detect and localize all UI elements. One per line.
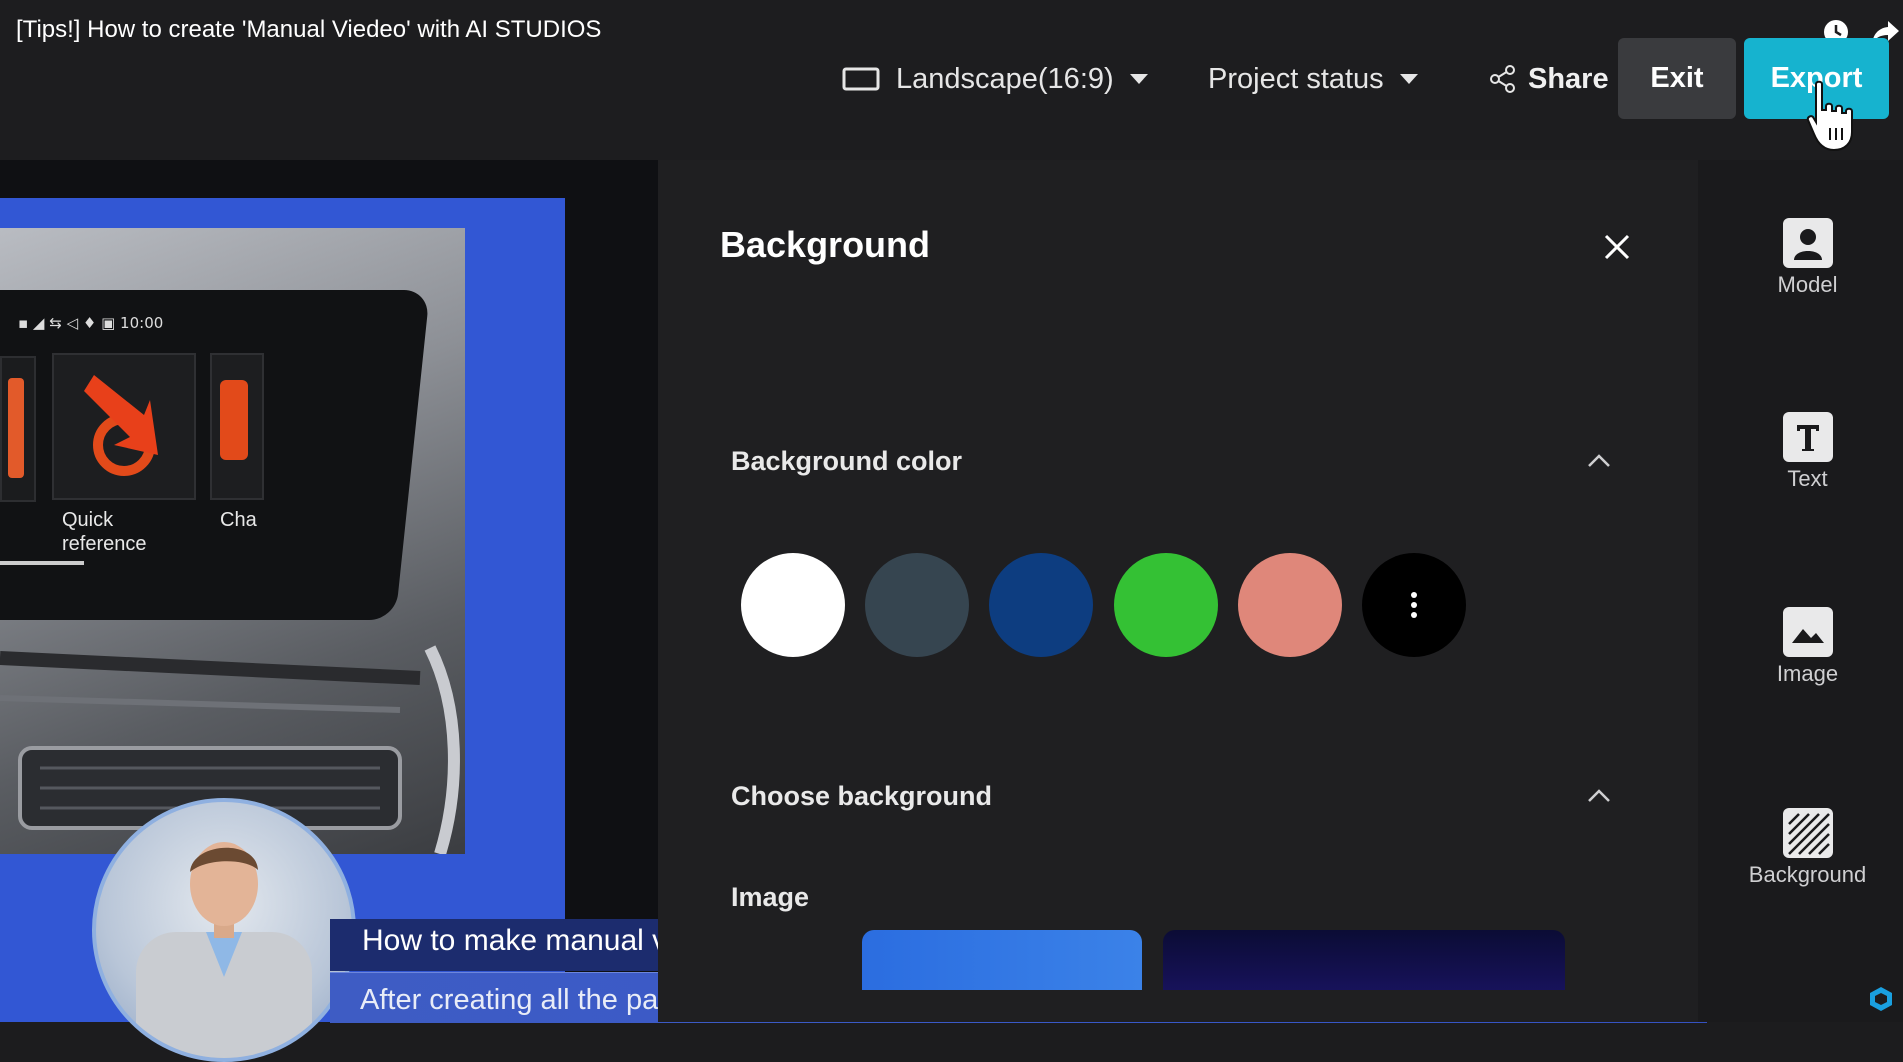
more-colors-button[interactable] [1362, 553, 1466, 657]
car-tile [210, 353, 264, 500]
text-t-icon [1782, 412, 1833, 462]
rail-label: Image [1776, 661, 1839, 686]
rail-label: Model [1777, 272, 1838, 297]
more-vertical-icon [1411, 592, 1417, 618]
color-swatch-slate[interactable] [865, 553, 969, 657]
rail-label: Background [1748, 862, 1867, 887]
video-title: [Tips!] How to create 'Manual Viedeo' wi… [16, 16, 602, 43]
background-thumbnail[interactable] [862, 930, 1142, 990]
car-screen-image[interactable]: ▪ ◢ ⇆ ◁ ♦ ▣ 10:00 Quick reference Cha [0, 228, 465, 854]
quick-reference-icon [84, 375, 158, 476]
car-statusbar: ▪ ◢ ⇆ ◁ ♦ ▣ 10:00 [18, 314, 164, 332]
tile-graphic-icon [220, 380, 248, 460]
chevron-down-icon [1129, 74, 1148, 84]
presenter-figure [136, 842, 312, 1058]
quick-reference-label: Quick reference [62, 509, 147, 555]
background-color-title: Background color [731, 446, 963, 476]
color-swatch-navy[interactable] [989, 553, 1093, 657]
rail-label: Text [1787, 466, 1828, 491]
car-time: 10:00 [120, 314, 164, 332]
share-label: Share [1528, 62, 1609, 95]
share-nodes-icon [1490, 65, 1515, 93]
close-icon[interactable] [1602, 232, 1632, 262]
color-swatch-green[interactable] [1114, 553, 1218, 657]
aspect-ratio-label: Landscape(16:9) [896, 62, 1114, 95]
car-tile [0, 356, 36, 502]
exit-button[interactable]: Exit [1618, 38, 1736, 119]
panel-title: Background [720, 224, 931, 265]
rail-item-image[interactable]: Image [1730, 607, 1885, 687]
progress-line [0, 561, 84, 565]
image-section-label: Image [731, 882, 810, 912]
share-button[interactable]: Share [1488, 55, 1609, 103]
image-icon [1782, 607, 1833, 657]
chevron-down-icon [1399, 74, 1418, 84]
choose-background-title: Choose background [731, 781, 993, 811]
hand-cursor-icon [1806, 80, 1853, 152]
chevron-up-icon[interactable] [1586, 452, 1612, 468]
quick-reference-tile [52, 353, 196, 500]
project-status-label: Project status [1208, 62, 1384, 95]
project-status-dropdown[interactable]: Project status [1208, 55, 1418, 103]
background-thumbnail[interactable] [1163, 930, 1565, 990]
hatch-icon [1782, 808, 1833, 858]
brand-logo-icon [1870, 987, 1892, 1011]
rail-item-text[interactable]: Text [1730, 412, 1885, 492]
color-swatch-salmon[interactable] [1238, 553, 1342, 657]
chevron-up-icon[interactable] [1586, 787, 1612, 803]
aspect-ratio-dropdown[interactable]: Landscape(16:9) [842, 55, 1148, 103]
person-icon [1782, 218, 1833, 268]
rail-item-background[interactable]: Background [1730, 808, 1885, 888]
rail-item-model[interactable]: Model [1730, 218, 1885, 298]
color-swatch-white[interactable] [741, 553, 845, 657]
tile-graphic-icon [8, 378, 24, 478]
presenter-avatar[interactable] [92, 798, 356, 1062]
screen-icon [842, 67, 880, 91]
tile-label: Cha [220, 509, 257, 531]
